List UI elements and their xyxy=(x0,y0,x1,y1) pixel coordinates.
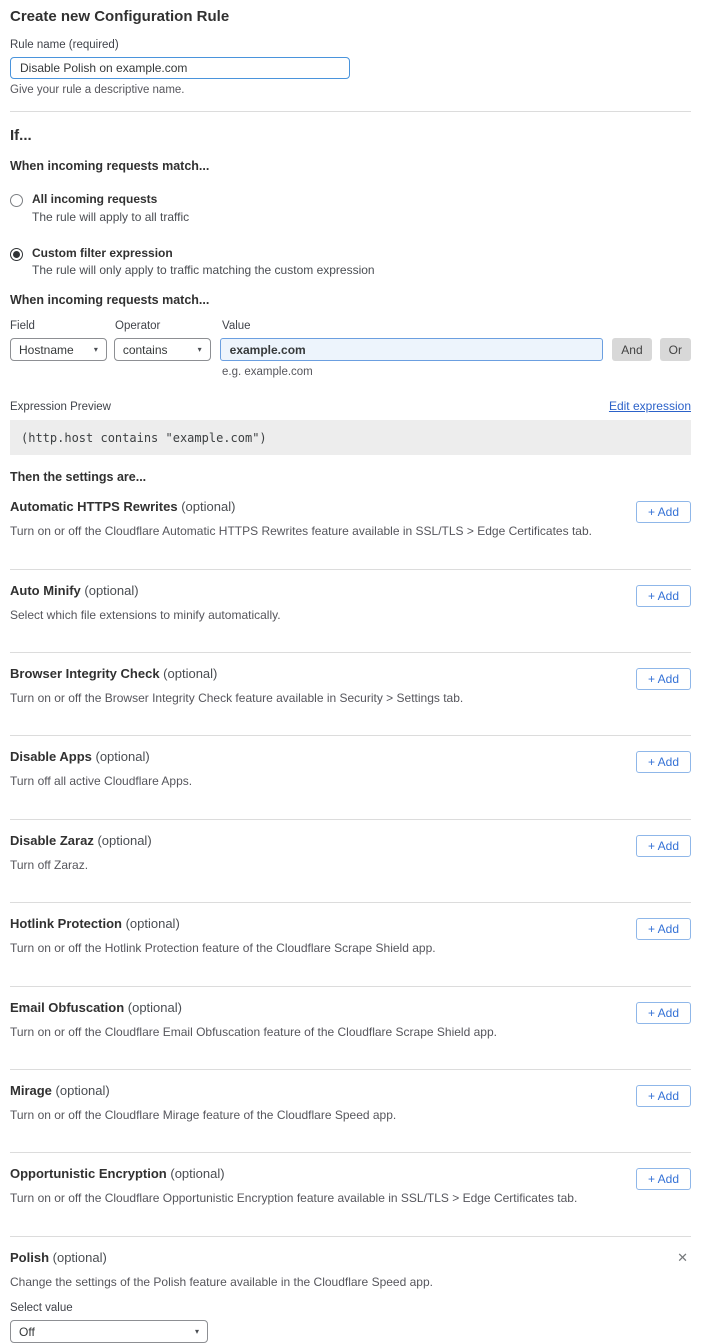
optional-label: (optional) xyxy=(126,916,180,931)
radio-all-incoming-requests[interactable]: All incoming requests The rule will appl… xyxy=(10,193,691,225)
field-select-value: Hostname xyxy=(19,343,74,357)
add-button[interactable]: + Add xyxy=(636,585,691,607)
optional-label: (optional) xyxy=(53,1250,107,1265)
setting-title: Opportunistic Encryption xyxy=(10,1166,167,1181)
optional-label: (optional) xyxy=(56,1083,110,1098)
expression-preview-label: Expression Preview xyxy=(10,401,111,413)
setting-title: Email Obfuscation xyxy=(10,1000,124,1015)
operator-select[interactable]: contains ▾ xyxy=(114,338,211,361)
setting-disable-apps: Disable Apps (optional) Turn off all act… xyxy=(10,736,691,819)
optional-label: (optional) xyxy=(96,749,150,764)
setting-description: Turn off Zaraz. xyxy=(10,858,691,872)
create-configuration-rule-form: Create new Configuration Rule Rule name … xyxy=(0,0,705,1343)
setting-description: Turn on or off the Cloudflare Automatic … xyxy=(10,524,691,538)
value-input[interactable] xyxy=(220,338,604,361)
add-button[interactable]: + Add xyxy=(636,918,691,940)
page-title: Create new Configuration Rule xyxy=(10,9,691,26)
if-heading: If... xyxy=(10,128,691,145)
match-heading: When incoming requests match... xyxy=(10,159,691,173)
setting-title: Auto Minify xyxy=(10,583,81,598)
setting-description: Turn on or off the Hotlink Protection fe… xyxy=(10,941,691,955)
setting-description: Turn on or off the Cloudflare Email Obfu… xyxy=(10,1025,691,1039)
radio-button-icon[interactable] xyxy=(10,194,23,207)
radio-description: The rule will apply to all traffic xyxy=(32,211,189,225)
polish-select-value: Off xyxy=(19,1325,35,1339)
add-button[interactable]: + Add xyxy=(636,1085,691,1107)
setting-description: Turn off all active Cloudflare Apps. xyxy=(10,774,691,788)
setting-description: Turn on or off the Cloudflare Opportunis… xyxy=(10,1191,691,1205)
field-column-label: Field xyxy=(10,320,115,332)
or-button[interactable]: Or xyxy=(660,338,691,361)
chevron-down-icon: ▾ xyxy=(94,345,98,354)
setting-title: Automatic HTTPS Rewrites xyxy=(10,499,178,514)
rule-name-helper: Give your rule a descriptive name. xyxy=(10,84,691,96)
setting-description: Change the settings of the Polish featur… xyxy=(10,1275,691,1289)
value-helper: e.g. example.com xyxy=(222,366,691,378)
setting-auto-minify: Auto Minify (optional) Select which file… xyxy=(10,570,691,653)
setting-description: Select which file extensions to minify a… xyxy=(10,608,691,622)
radio-button-icon[interactable] xyxy=(10,248,23,261)
setting-mirage: Mirage (optional) Turn on or off the Clo… xyxy=(10,1070,691,1153)
field-select[interactable]: Hostname ▾ xyxy=(10,338,107,361)
chevron-down-icon: ▾ xyxy=(198,345,202,354)
add-button[interactable]: + Add xyxy=(636,668,691,690)
setting-description: Turn on or off the Cloudflare Mirage fea… xyxy=(10,1108,691,1122)
add-button[interactable]: + Add xyxy=(636,835,691,857)
add-button[interactable]: + Add xyxy=(636,1168,691,1190)
select-value-label: Select value xyxy=(10,1302,691,1314)
setting-automatic-https-rewrites: Automatic HTTPS Rewrites (optional) Turn… xyxy=(10,486,691,569)
edit-expression-link[interactable]: Edit expression xyxy=(609,399,691,413)
setting-disable-zaraz: Disable Zaraz (optional) Turn off Zaraz.… xyxy=(10,820,691,903)
value-column-label: Value xyxy=(222,320,251,332)
add-button[interactable]: + Add xyxy=(636,501,691,523)
operator-select-value: contains xyxy=(123,343,168,357)
optional-label: (optional) xyxy=(181,499,235,514)
setting-description: Turn on or off the Browser Integrity Che… xyxy=(10,691,691,705)
setting-title: Browser Integrity Check xyxy=(10,666,160,681)
setting-title: Hotlink Protection xyxy=(10,916,122,931)
optional-label: (optional) xyxy=(84,583,138,598)
rule-name-input[interactable] xyxy=(10,57,350,79)
polish-value-select[interactable]: Off ▾ xyxy=(10,1320,208,1343)
setting-opportunistic-encryption: Opportunistic Encryption (optional) Turn… xyxy=(10,1153,691,1236)
optional-label: (optional) xyxy=(97,833,151,848)
radio-label: All incoming requests xyxy=(32,193,189,207)
operator-column-label: Operator xyxy=(115,320,222,332)
optional-label: (optional) xyxy=(128,1000,182,1015)
expression-preview-code: (http.host contains "example.com") xyxy=(10,420,691,455)
optional-label: (optional) xyxy=(170,1166,224,1181)
then-heading: Then the settings are... xyxy=(10,470,691,484)
radio-label: Custom filter expression xyxy=(32,247,375,261)
chevron-down-icon: ▾ xyxy=(195,1327,199,1336)
close-icon[interactable]: ✕ xyxy=(677,1251,688,1264)
rule-name-label: Rule name (required) xyxy=(10,39,691,51)
setting-email-obfuscation: Email Obfuscation (optional) Turn on or … xyxy=(10,987,691,1070)
setting-title: Disable Zaraz xyxy=(10,833,94,848)
setting-title: Disable Apps xyxy=(10,749,92,764)
radio-description: The rule will only apply to traffic matc… xyxy=(32,264,375,278)
and-button[interactable]: And xyxy=(612,338,651,361)
setting-title: Mirage xyxy=(10,1083,52,1098)
optional-label: (optional) xyxy=(163,666,217,681)
add-button[interactable]: + Add xyxy=(636,751,691,773)
radio-custom-filter-expression[interactable]: Custom filter expression The rule will o… xyxy=(10,247,691,279)
builder-heading: When incoming requests match... xyxy=(10,293,691,307)
add-button[interactable]: + Add xyxy=(636,1002,691,1024)
setting-hotlink-protection: Hotlink Protection (optional) Turn on or… xyxy=(10,903,691,986)
setting-polish-expanded: ✕ Polish (optional) Change the settings … xyxy=(10,1237,691,1343)
section-divider xyxy=(10,111,691,112)
setting-title: Polish xyxy=(10,1250,49,1265)
setting-browser-integrity-check: Browser Integrity Check (optional) Turn … xyxy=(10,653,691,736)
